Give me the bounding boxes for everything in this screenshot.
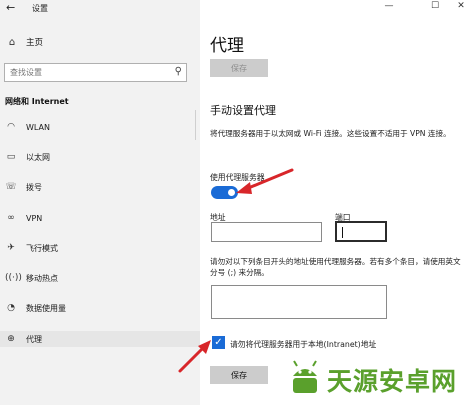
search-icon[interactable]: ⚲ — [175, 66, 182, 77]
watermark-text: 天源安卓网 — [327, 367, 458, 396]
exceptions-description: 请勿对以下列条目开头的地址使用代理服务器。若有多个条目，请使用英文分号 (;) … — [210, 257, 461, 277]
port-input[interactable] — [337, 223, 385, 240]
sidebar-home-label: 主页 — [26, 38, 44, 48]
vpn-icon: ∞ — [7, 213, 15, 223]
sidebar-item-wlan[interactable]: ◠ WLAN — [0, 119, 200, 135]
sidebar-item-label: 移动热点 — [26, 273, 58, 283]
sidebar-item-airplane[interactable]: ✈ 飞行模式 — [0, 240, 200, 256]
settings-sidebar: ← 设置 ⌂ 主页 ⚲ 网络和 Internet ◠ WLAN ▭ 以太网 ☏ … — [0, 0, 200, 405]
sidebar-item-label: 代理 — [26, 334, 42, 344]
hotspot-icon: ((·)) — [5, 273, 22, 283]
text-caret — [342, 227, 343, 238]
section-heading: 网络和 Internet — [5, 97, 69, 106]
data-usage-icon: ◔ — [7, 303, 15, 313]
sidebar-item-label: 数据使用量 — [26, 303, 66, 313]
annotation-arrow-checkbox — [178, 340, 211, 373]
sidebar-item-label: VPN — [26, 213, 43, 223]
sidebar-item-ethernet[interactable]: ▭ 以太网 — [0, 149, 200, 165]
title-bar: ← 设置 — [0, 0, 200, 16]
close-button[interactable]: ✕ — [452, 1, 470, 11]
globe-icon: ⊕ — [7, 334, 15, 344]
sidebar-item-label: 飞行模式 — [26, 243, 58, 253]
sidebar-item-data-usage[interactable]: ◔ 数据使用量 — [0, 300, 200, 316]
manual-proxy-heading: 手动设置代理 — [210, 104, 276, 117]
sidebar-item-hotspot[interactable]: ((·)) 移动热点 — [0, 270, 200, 286]
local-address-label: 请勿将代理服务器用于本地(Intranet)地址 — [230, 340, 377, 349]
scrollbar[interactable] — [195, 110, 196, 140]
home-icon: ⌂ — [8, 36, 16, 48]
address-input[interactable] — [212, 223, 321, 241]
sidebar-home[interactable]: ⌂ 主页 — [6, 35, 43, 49]
sidebar-item-label: 以太网 — [26, 152, 50, 162]
app-title: 设置 — [32, 4, 48, 13]
address-field[interactable] — [211, 222, 322, 242]
sidebar-item-label: 拨号 — [26, 182, 42, 192]
back-arrow-icon[interactable]: ← — [6, 1, 15, 14]
manual-proxy-description: 将代理服务器用于以太网或 Wi-Fi 连接。这些设置不适用于 VPN 连接。 — [210, 129, 451, 138]
exceptions-field[interactable] — [211, 285, 387, 319]
proxy-page: — ☐ ✕ 代理 保存 手动设置代理 将代理服务器用于以太网或 Wi-Fi 连接… — [200, 0, 474, 405]
sidebar-item-dialup[interactable]: ☏ 拨号 — [0, 179, 200, 195]
sidebar-item-vpn[interactable]: ∞ VPN — [0, 210, 200, 226]
wifi-icon: ◠ — [7, 122, 15, 132]
minimize-button[interactable]: — — [380, 1, 398, 11]
dialup-icon: ☏ — [5, 182, 17, 192]
page-title: 代理 — [210, 36, 244, 56]
port-field[interactable] — [335, 221, 387, 242]
airplane-icon: ✈ — [7, 243, 15, 253]
ethernet-icon: ▭ — [6, 152, 16, 162]
watermark: 天源安卓网 — [283, 352, 474, 405]
sidebar-item-proxy[interactable]: ⊕ 代理 — [0, 331, 200, 347]
sidebar-item-label: WLAN — [26, 122, 51, 132]
save-button-top[interactable]: 保存 — [210, 59, 268, 77]
search-input[interactable] — [5, 64, 165, 81]
save-button-bottom[interactable]: 保存 — [210, 366, 268, 384]
android-logo-icon — [293, 360, 317, 393]
search-box[interactable]: ⚲ — [4, 63, 187, 82]
maximize-button[interactable]: ☐ — [426, 1, 444, 11]
annotation-arrow-toggle — [236, 168, 294, 194]
exceptions-textarea[interactable] — [212, 286, 386, 318]
